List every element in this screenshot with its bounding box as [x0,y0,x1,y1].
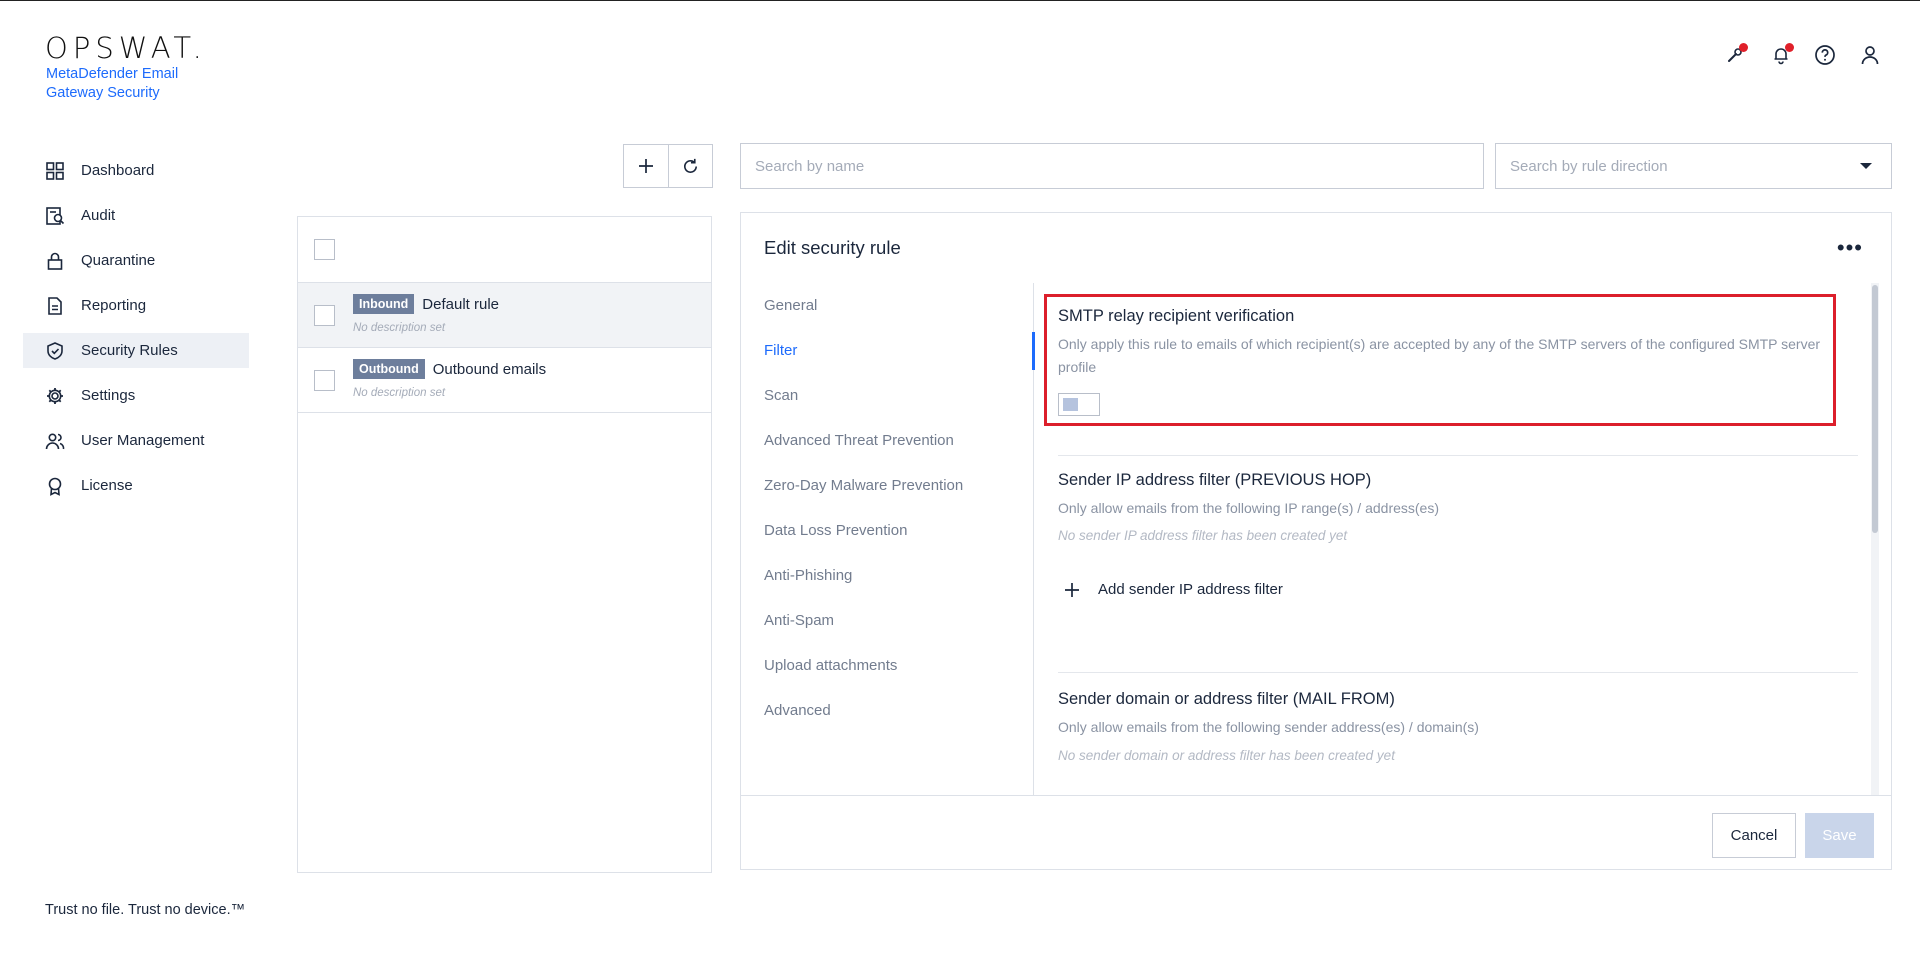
rule-name: Outbound emails [432,360,547,378]
divider [1058,455,1858,456]
add-sender-ip-filter-button[interactable]: Add sender IP address filter [1064,581,1283,598]
sidebar-item-security-rules[interactable]: Security Rules [23,333,249,368]
section-nav: General Filter Scan Advanced Threat Prev… [741,283,1035,795]
tab-anti-phishing[interactable]: Anti-Phishing [741,553,1033,598]
sender-ip-filter-description: Only allow emails from the following IP … [1058,500,1440,516]
sidebar-nav: Dashboard Audit Quarantine Reporting Sec… [23,153,249,513]
rule-checkbox[interactable] [314,370,335,391]
sidebar-item-label: Audit [81,207,116,224]
smtp-verification-title: SMTP relay recipient verification [1058,307,1295,325]
product-name: MetaDefender Email Gateway Security [46,66,179,101]
rule-name: Default rule [422,295,500,313]
refresh-icon [684,158,698,173]
sidebar-item-license[interactable]: License [23,468,249,503]
scrollbar[interactable] [1871,283,1879,795]
caret-down-icon [1860,163,1872,169]
toggle-knob [1063,398,1078,411]
user-icon[interactable] [1855,40,1885,70]
add-rule-button[interactable] [624,145,668,187]
sidebar-item-audit[interactable]: Audit [23,198,249,233]
search-by-name-input[interactable] [740,143,1484,189]
divider [1058,672,1858,673]
sidebar-item-settings[interactable]: Settings [23,378,249,413]
more-options-icon[interactable]: ••• [1837,237,1863,259]
smtp-verification-description: Only apply this rule to emails of which … [1058,336,1821,375]
award-icon [48,477,62,496]
tab-upload-attachments[interactable]: Upload attachments [741,643,1033,688]
footer-divider [741,795,1891,796]
panel-title: Edit security rule [764,237,901,258]
sidebar-item-user-management[interactable]: User Management [23,423,249,458]
direction-badge: Inbound [353,294,415,314]
filter-content: SMTP relay recipient verification Only a… [1036,283,1879,795]
gear-icon [47,387,63,404]
tab-anti-spam[interactable]: Anti-Spam [741,598,1033,643]
rule-direction-placeholder: Search by rule direction [1510,157,1668,175]
wrench-icon[interactable] [1720,40,1750,70]
lock-icon [47,252,63,270]
sidebar-item-label: User Management [81,432,205,449]
sidebar-item-quarantine[interactable]: Quarantine [23,243,249,278]
audit-icon [46,206,65,225]
document-icon [48,296,62,315]
sender-ip-filter-title: Sender IP address filter (PREVIOUS HOP) [1058,471,1372,489]
sidebar-item-label: License [81,477,133,494]
tab-scan[interactable]: Scan [741,373,1033,418]
tab-general[interactable]: General [741,283,1033,328]
rule-checkbox[interactable] [314,305,335,326]
shield-check-icon [47,341,63,360]
sidebar-item-label: Quarantine [81,252,156,269]
tab-data-loss-prevention[interactable]: Data Loss Prevention [741,508,1033,553]
sidebar-item-reporting[interactable]: Reporting [23,288,249,323]
add-filter-label: Add sender IP address filter [1098,581,1283,598]
direction-badge: Outbound [353,359,425,379]
tab-advanced[interactable]: Advanced [741,688,1033,733]
sender-domain-filter-empty: No sender domain or address filter has b… [1058,748,1395,763]
sidebar-item-label: Reporting [81,297,147,314]
smtp-verification-toggle[interactable] [1058,393,1100,416]
sender-domain-filter-description: Only allow emails from the following sen… [1058,719,1479,735]
opswat-logo: OPSWAT. [45,31,207,65]
edit-rule-panel: Edit security rule ••• General Filter Sc… [740,212,1892,870]
scrollbar-thumb[interactable] [1872,285,1878,533]
refresh-button[interactable] [668,145,712,187]
rule-row-default[interactable]: Inbound Default rule No description set [298,283,711,348]
tab-filter[interactable]: Filter [741,328,1035,373]
tab-zero-day-malware-prevention[interactable]: Zero-Day Malware Prevention [741,463,1033,508]
plus-icon [1065,582,1079,597]
rule-toolbar [623,144,713,188]
sender-ip-filter-empty: No sender IP address filter has been cre… [1058,528,1348,543]
bell-icon[interactable] [1766,40,1796,70]
rule-row-outbound[interactable]: Outbound Outbound emails No description … [298,348,711,413]
select-all-checkbox[interactable] [314,239,335,260]
sender-domain-filter-title: Sender domain or address filter (MAIL FR… [1058,690,1395,708]
tab-advanced-threat-prevention[interactable]: Advanced Threat Prevention [741,418,1033,463]
sidebar-item-label: Dashboard [81,162,155,179]
rule-list: Inbound Default rule No description set … [297,216,712,873]
save-button[interactable]: Save [1805,813,1874,858]
sidebar-item-label: Settings [81,387,136,404]
sidebar-item-dashboard[interactable]: Dashboard [23,153,249,188]
cancel-button[interactable]: Cancel [1712,813,1796,858]
rule-description: No description set [353,322,446,334]
rule-description: No description set [353,387,446,399]
rule-list-header [298,217,711,283]
plus-icon [639,159,653,173]
sidebar-item-label: Security Rules [81,342,178,359]
help-icon[interactable] [1810,40,1840,70]
tagline: Trust no file. Trust no device.™ [45,902,246,918]
rule-direction-select[interactable]: Search by rule direction [1495,143,1892,189]
dashboard-icon [46,161,64,180]
users-icon [45,432,65,449]
